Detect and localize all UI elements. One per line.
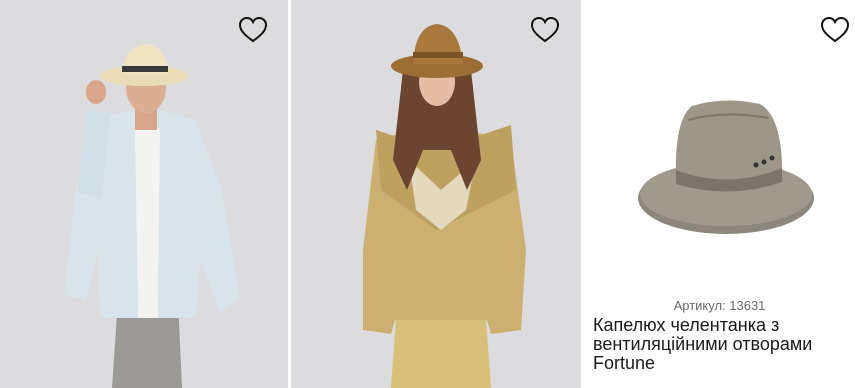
product-title[interactable]: Капелюх челентанка з вентиляційними отво… [593, 316, 843, 373]
product-card-2[interactable] [291, 0, 581, 388]
product-photo-2[interactable] [291, 0, 581, 388]
model-woman-illustration [363, 24, 526, 388]
product-card-3[interactable]: Артикул: 13631 Капелюх челентанка з вент… [584, 0, 855, 388]
product-card-1[interactable] [0, 0, 288, 388]
model-man-illustration [64, 44, 240, 388]
heart-outline-icon [820, 16, 850, 43]
heart-outline-icon [530, 16, 560, 43]
favorite-button-1[interactable] [238, 16, 268, 44]
favorite-button-2[interactable] [530, 16, 560, 44]
heart-outline-icon [238, 16, 268, 43]
product-photo-1[interactable] [0, 0, 288, 388]
product-photo-3[interactable] [584, 0, 855, 290]
product-sku: Артикул: 13631 [673, 298, 766, 313]
favorite-button-3[interactable] [820, 16, 850, 44]
